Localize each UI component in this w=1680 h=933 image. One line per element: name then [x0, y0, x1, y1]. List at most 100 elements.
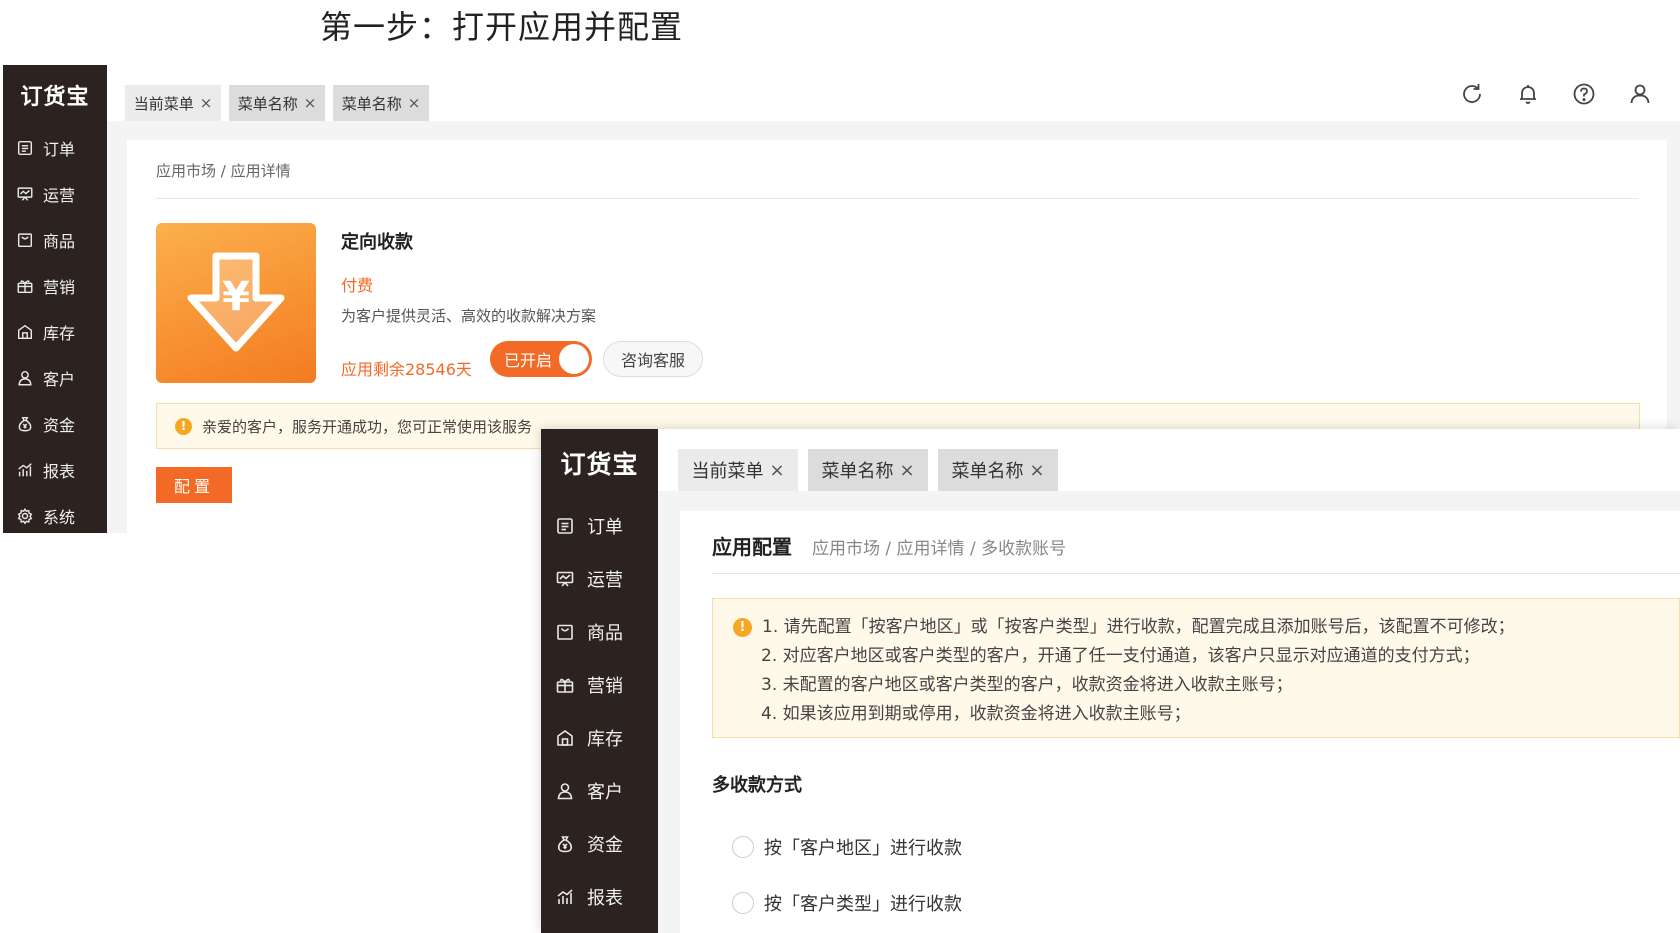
sidebar-item-label: 库存 [587, 728, 623, 750]
customer-icon [15, 368, 35, 388]
customer-icon [553, 779, 577, 803]
logo: 订货宝 [20, 84, 90, 110]
app-icon: ¥ [156, 223, 316, 383]
sidebar-item-order[interactable]: 订单 [541, 499, 658, 552]
tab-menu-name[interactable]: 菜单名称 × [808, 449, 928, 491]
radio-label: 按「客户类型」进行收款 [764, 894, 962, 915]
tab-menu-name[interactable]: 菜单名称 × [229, 85, 325, 121]
radio-button[interactable] [732, 836, 754, 858]
close-icon[interactable]: × [769, 460, 784, 481]
sidebar-item-label: 商品 [587, 622, 623, 644]
breadcrumb: 应用市场 / 应用详情 [156, 162, 291, 180]
sidebar-item-system[interactable]: 系统 [3, 493, 107, 533]
top-bar: 当前菜单 × 菜单名称 × 菜单名称 × [107, 65, 1680, 121]
toggle-label: 已开启 [504, 351, 553, 370]
sidebar-item-customer[interactable]: 客户 [541, 764, 658, 817]
sidebar-item-label: 运营 [43, 186, 76, 205]
order-list-icon [553, 514, 577, 538]
radio-option-region[interactable]: 按「客户地区」进行收款 [732, 834, 962, 860]
logo: 订货宝 [560, 450, 639, 479]
sidebar-item-inventory[interactable]: 库存 [3, 309, 107, 355]
tab-current-menu[interactable]: 当前菜单 × [125, 85, 221, 121]
sidebar-item-label: 运营 [587, 569, 623, 591]
sidebar-item-product[interactable]: 商品 [541, 605, 658, 658]
sidebar-item-funds[interactable]: 资金 [3, 401, 107, 447]
app-config-screen: 订货宝 订单 运营 商品 营销 库存 客户 资金 报表 当前菜单 × 菜单名称 … [541, 429, 1680, 933]
sidebar-item-marketing[interactable]: 营销 [541, 658, 658, 711]
money-bag-icon [15, 414, 35, 434]
sidebar: 订货宝 订单 运营 商品 营销 库存 客户 资金 [3, 65, 107, 533]
consult-service-button[interactable]: 咨询客服 [603, 341, 703, 377]
warehouse-icon [15, 322, 35, 342]
sidebar-item-report[interactable]: 报表 [3, 447, 107, 493]
app-title: 定向收款 [341, 232, 413, 253]
sidebar-item-label: 订单 [587, 516, 623, 538]
sidebar-item-operation[interactable]: 运营 [3, 171, 107, 217]
sidebar-item-label: 系统 [43, 508, 76, 527]
page-heading: 第一步：打开应用并配置 [320, 8, 684, 46]
sidebar-item-label: 报表 [43, 462, 76, 481]
top-bar: 当前菜单 × 菜单名称 × 菜单名称 × [658, 429, 1680, 491]
sidebar-item-marketing[interactable]: 营销 [3, 263, 107, 309]
config-notice: ! 1. 请先配置「按客户地区」或「按客户类型」进行收款，配置完成且添加账号后，… [712, 598, 1680, 738]
sidebar: 订货宝 订单 运营 商品 营销 库存 客户 资金 [541, 429, 658, 933]
warning-icon: ! [733, 618, 752, 637]
section-title: 多收款方式 [712, 775, 802, 796]
warehouse-icon [553, 726, 577, 750]
download-yuan-icon: ¥ [187, 252, 285, 352]
page-title: 应用配置 [712, 535, 792, 559]
tab-menu-name[interactable]: 菜单名称 × [938, 449, 1058, 491]
sidebar-item-product[interactable]: 商品 [3, 217, 107, 263]
sidebar-item-label: 客户 [587, 781, 623, 803]
divider [156, 198, 1638, 199]
sidebar-item-label: 营销 [43, 278, 76, 297]
gift-icon [553, 673, 577, 697]
enable-toggle[interactable]: 已开启 [490, 341, 592, 377]
sidebar-item-label: 库存 [43, 324, 76, 343]
tab-menu-name[interactable]: 菜单名称 × [333, 85, 429, 121]
close-icon[interactable]: × [304, 94, 317, 112]
refresh-icon[interactable] [1457, 79, 1487, 109]
sidebar-item-order[interactable]: 订单 [3, 125, 107, 171]
gift-icon [15, 276, 35, 296]
gear-icon [15, 506, 35, 526]
close-icon[interactable]: × [408, 94, 421, 112]
radio-option-type[interactable]: 按「客户类型」进行收款 [732, 890, 962, 916]
sidebar-item-operation[interactable]: 运营 [541, 552, 658, 605]
sidebar-item-funds[interactable]: 资金 [541, 817, 658, 870]
notice-line: 4. 如果该应用到期或停用，收款资金将进入收款主账号； [761, 704, 1191, 724]
chart-icon [553, 885, 577, 909]
notice-line: 3. 未配置的客户地区或客户类型的客户，收款资金将进入收款主账号； [761, 675, 1293, 695]
sidebar-item-label: 营销 [587, 675, 623, 697]
close-icon[interactable]: × [899, 460, 914, 481]
tab-current-menu[interactable]: 当前菜单 × [678, 449, 798, 491]
sidebar-item-report[interactable]: 报表 [541, 870, 658, 923]
sidebar-item-label: 资金 [43, 416, 76, 435]
sidebar-item-inventory[interactable]: 库存 [541, 711, 658, 764]
close-icon[interactable]: × [200, 94, 213, 112]
product-bag-icon [553, 620, 577, 644]
config-button[interactable]: 配置 [156, 467, 232, 503]
product-bag-icon [15, 230, 35, 250]
sidebar-item-label: 报表 [587, 887, 623, 909]
notice-text: 亲爱的客户，服务开通成功，您可正常使用该服务 [202, 417, 533, 436]
sidebar-item-label: 商品 [43, 232, 76, 251]
help-icon[interactable] [1569, 79, 1599, 109]
app-remaining-days: 应用剩余28546天 [341, 360, 472, 379]
app-price: 付费 [341, 276, 374, 295]
close-icon[interactable]: × [1029, 460, 1044, 481]
sidebar-item-label: 客户 [43, 370, 76, 389]
notice-line: ! 1. 请先配置「按客户地区」或「按客户类型」进行收款，配置完成且添加账号后，… [733, 613, 1679, 642]
app-config-panel: 应用配置 应用市场 / 应用详情 / 多收款账号 ! 1. 请先配置「按客户地区… [680, 511, 1680, 933]
sidebar-item-label: 订单 [43, 140, 76, 159]
sidebar-item-customer[interactable]: 客户 [3, 355, 107, 401]
money-bag-icon [553, 832, 577, 856]
operation-icon [553, 567, 577, 591]
operation-icon [15, 184, 35, 204]
bell-icon[interactable] [1513, 79, 1543, 109]
user-icon[interactable] [1625, 79, 1655, 109]
toggle-knob [559, 344, 589, 374]
sidebar-item-system[interactable]: 系统 [541, 923, 658, 933]
sidebar-item-label: 资金 [587, 834, 623, 856]
radio-button[interactable] [732, 892, 754, 914]
